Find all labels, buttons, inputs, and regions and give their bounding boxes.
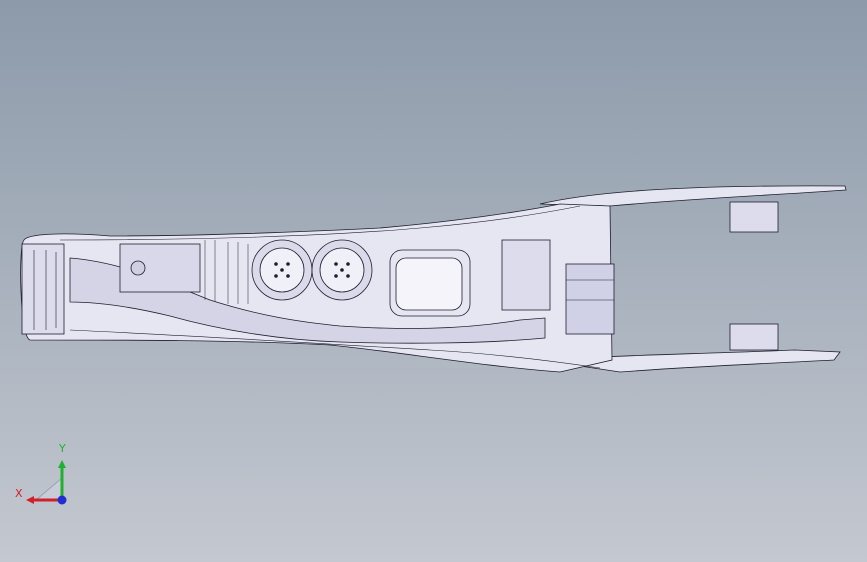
front-bezel	[21, 243, 65, 335]
rear-housing	[565, 263, 615, 335]
cad-viewport[interactable]: X Y	[0, 0, 867, 562]
mount-tab-lower	[729, 323, 779, 351]
shifter-opening	[395, 257, 463, 311]
cad-model-view[interactable]	[0, 0, 867, 562]
x-axis-label: X	[15, 487, 23, 500]
fastener-boss	[130, 260, 146, 276]
rear-bracket	[501, 239, 551, 311]
y-axis-label: Y	[59, 442, 66, 455]
z-axis-dot	[57, 495, 67, 505]
mount-tab-upper	[729, 201, 779, 233]
